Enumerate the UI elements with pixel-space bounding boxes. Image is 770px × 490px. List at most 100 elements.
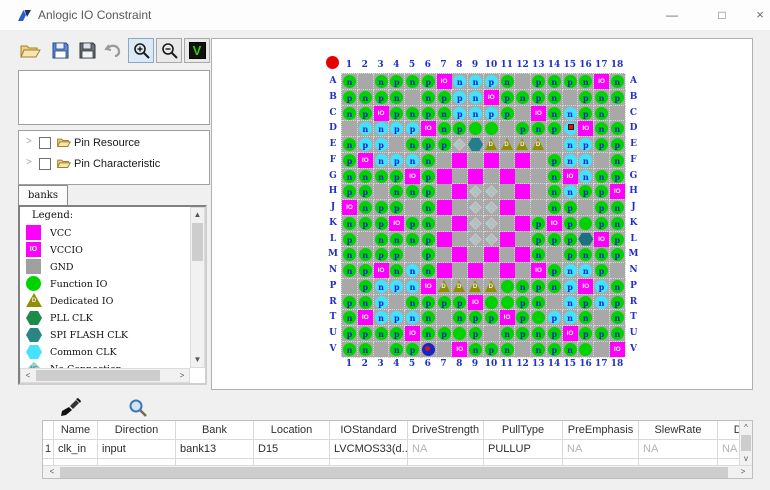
pin-cell[interactable]: p (515, 121, 531, 137)
pin-cell[interactable]: n (421, 326, 437, 342)
pin-cell[interactable]: p (374, 90, 390, 106)
pin-cell[interactable] (515, 200, 531, 216)
pin-cell[interactable]: IO (389, 216, 405, 232)
pin-cell[interactable]: n (547, 184, 563, 200)
pin-cell[interactable]: n (389, 90, 405, 106)
pin-cell[interactable] (500, 121, 516, 137)
pin-cell[interactable]: p (437, 326, 453, 342)
pin-cell[interactable]: p (531, 216, 547, 232)
tab-banks[interactable]: banks (18, 185, 68, 205)
legend-hscrollbar[interactable]: < > (20, 368, 190, 383)
pin-cell[interactable] (500, 216, 516, 232)
cell-drivestrength[interactable]: NA (408, 440, 484, 459)
pin-cell[interactable]: p (452, 121, 468, 137)
pin-cell[interactable]: IO (610, 184, 626, 200)
pin-cell[interactable]: n (374, 310, 390, 326)
pin-cell[interactable]: n (405, 232, 421, 248)
pin-cell[interactable]: n (405, 106, 421, 122)
pin-cell[interactable] (578, 216, 594, 232)
pin-cell[interactable]: n (578, 153, 594, 169)
pin-cell[interactable]: IO (358, 153, 374, 169)
pin-cell[interactable]: p (437, 90, 453, 106)
pin-cell[interactable]: p (594, 216, 610, 232)
pin-cell[interactable]: IO (578, 279, 594, 295)
pin-cell[interactable]: n (405, 74, 421, 90)
pin-cell[interactable]: IO (500, 310, 516, 326)
pin-cell[interactable]: p (421, 247, 437, 263)
pin-cell[interactable] (452, 153, 468, 169)
pin-cell[interactable]: n (594, 90, 610, 106)
pin-cell[interactable]: n (500, 326, 516, 342)
pin-cell[interactable]: n (563, 153, 579, 169)
pin-cell[interactable] (342, 279, 358, 295)
cell-location[interactable]: D15 (254, 440, 330, 459)
pin-cell[interactable]: p (437, 295, 453, 311)
scroll-right-icon[interactable]: > (736, 466, 750, 478)
pin-cell[interactable] (515, 247, 531, 263)
pin-cell[interactable]: n (342, 247, 358, 263)
pin-cell[interactable] (547, 247, 563, 263)
pin-cell[interactable] (452, 326, 468, 342)
pin-cell[interactable]: p (421, 169, 437, 185)
pin-cell[interactable]: p (594, 279, 610, 295)
pin-cell[interactable]: p (421, 74, 437, 90)
pin-cell[interactable]: p (547, 153, 563, 169)
pin-cell[interactable]: p (563, 200, 579, 216)
pin-cell[interactable]: p (452, 106, 468, 122)
pin-cell[interactable] (515, 74, 531, 90)
pin-cell[interactable] (405, 247, 421, 263)
pin-cell[interactable]: p (342, 326, 358, 342)
legend-vscrollbar[interactable]: ▲ ▼ (190, 207, 205, 368)
pin-cell[interactable] (515, 153, 531, 169)
pin-cell[interactable] (468, 137, 484, 153)
pin-cell[interactable]: n (374, 279, 390, 295)
pin-cell[interactable] (531, 184, 547, 200)
pin-cell[interactable]: p (547, 310, 563, 326)
pin-cell[interactable]: p (358, 184, 374, 200)
pin-cell[interactable] (437, 232, 453, 248)
pin-cell[interactable] (452, 216, 468, 232)
scrollbar-thumb[interactable] (36, 370, 160, 381)
pin-cell[interactable] (515, 216, 531, 232)
pin-cell[interactable]: IO (594, 74, 610, 90)
pin-cell[interactable]: IO (531, 263, 547, 279)
pin-cell[interactable]: D (484, 279, 500, 295)
pin-cell[interactable]: IO (421, 279, 437, 295)
pin-cell[interactable]: IO (484, 90, 500, 106)
column-header-name[interactable]: Name (54, 421, 98, 440)
pin-cell[interactable]: n (342, 263, 358, 279)
zoom-out-button[interactable] (156, 38, 182, 63)
cell-direction[interactable]: input (98, 440, 176, 459)
pin-cell[interactable] (437, 153, 453, 169)
pin-cell[interactable]: NC (484, 184, 500, 200)
minimize-button[interactable]: — (652, 0, 692, 30)
cell-name[interactable]: clk_in (54, 440, 98, 459)
pin-cell[interactable]: n (547, 74, 563, 90)
pin-cell[interactable]: p (547, 121, 563, 137)
pin-cell[interactable] (484, 169, 500, 185)
pin-cell[interactable] (500, 153, 516, 169)
pin-cell[interactable]: p (342, 90, 358, 106)
pin-cell[interactable]: p (358, 137, 374, 153)
pin-cell[interactable]: n (547, 200, 563, 216)
pin-cell[interactable]: n (547, 279, 563, 295)
pin-cell[interactable]: p (405, 216, 421, 232)
pin-cell[interactable] (563, 121, 579, 137)
pin-cell[interactable]: n (578, 74, 594, 90)
pin-cell[interactable] (578, 342, 594, 358)
pin-cell[interactable]: n (531, 247, 547, 263)
pin-cell[interactable] (421, 342, 437, 358)
pin-cell[interactable]: n (374, 153, 390, 169)
tree-item-pin-resource[interactable]: > Pin Resource (19, 135, 209, 152)
pin-cell[interactable]: D (452, 279, 468, 295)
pin-cell[interactable]: p (594, 200, 610, 216)
pin-cell[interactable] (500, 263, 516, 279)
pin-cell[interactable]: p (374, 216, 390, 232)
pin-cell[interactable]: n (610, 310, 626, 326)
pin-cell[interactable]: p (389, 247, 405, 263)
pin-cell[interactable]: p (342, 232, 358, 248)
pin-cell[interactable]: p (374, 295, 390, 311)
pin-cell[interactable] (594, 310, 610, 326)
pin-cell[interactable]: n (531, 326, 547, 342)
pin-cell[interactable]: n (358, 342, 374, 358)
